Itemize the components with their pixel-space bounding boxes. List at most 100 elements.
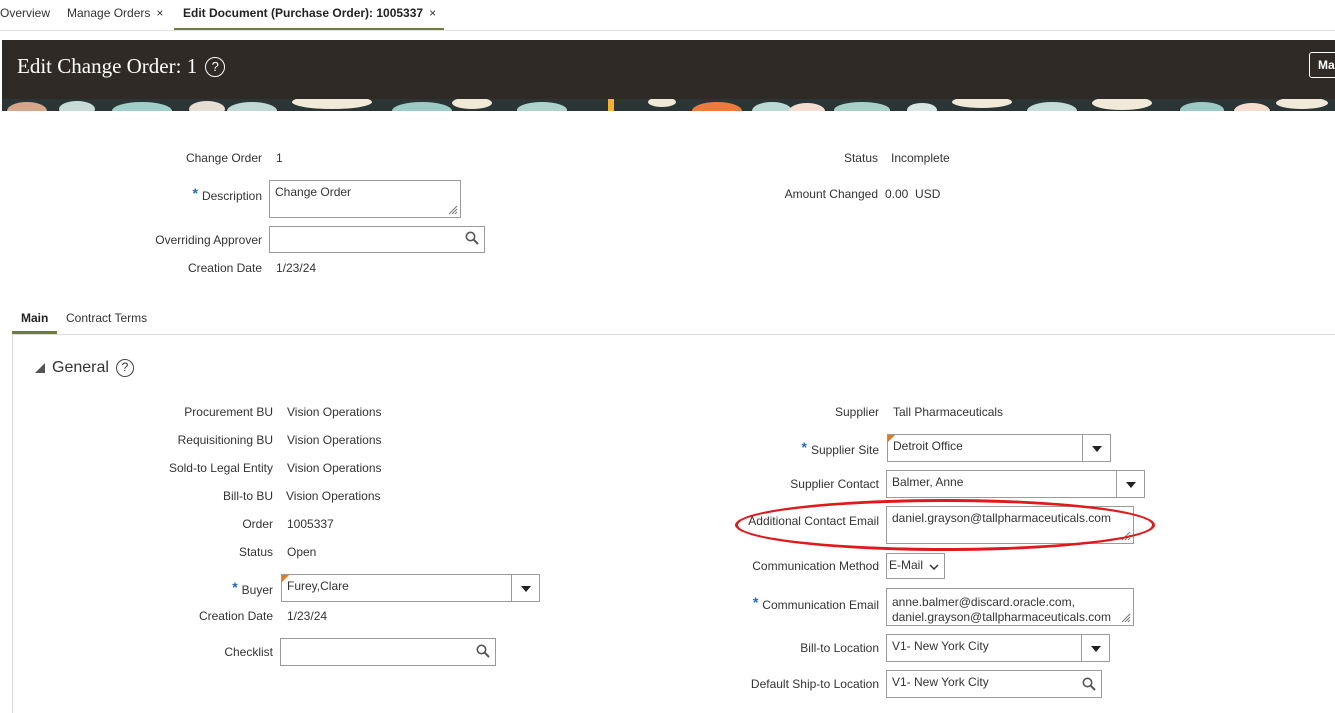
- communication-email-field[interactable]: anne.balmer@discard.oracle.com, daniel.g…: [886, 588, 1134, 626]
- communication-email-line-2: daniel.grayson@tallpharmaceuticals.com: [892, 610, 1111, 624]
- order-status-value: Open: [287, 545, 317, 559]
- bill-to-location-value: V1- New York City: [892, 639, 989, 653]
- description-field[interactable]: Change Order: [269, 180, 461, 218]
- chevron-down-icon: [1091, 646, 1101, 652]
- description-label: * Description: [192, 185, 262, 203]
- help-icon[interactable]: ?: [205, 57, 226, 77]
- required-indicator: *: [801, 439, 807, 455]
- buyer-select[interactable]: Furey,Clare: [281, 574, 540, 602]
- default-ship-to-location-value: V1- New York City: [892, 675, 989, 689]
- supplier-contact-label: Supplier Contact: [790, 477, 879, 491]
- page-title: Edit Change Order: 1?: [17, 54, 226, 79]
- change-order-label: Change Order: [185, 151, 262, 165]
- tab-manage-orders[interactable]: Manage Orders ×: [67, 6, 163, 20]
- help-icon[interactable]: ?: [116, 359, 134, 377]
- supplier-label: Supplier: [834, 405, 879, 419]
- bill-to-bu-value: Vision Operations: [286, 489, 381, 503]
- tab-edit-document-label: Edit Document (Purchase Order): 1005337: [183, 6, 424, 20]
- buyer-label: * Buyer: [232, 579, 273, 597]
- communication-method-label: Communication Method: [752, 559, 879, 573]
- bill-to-location-label: Bill-to Location: [800, 641, 879, 655]
- required-indicator: *: [192, 185, 198, 201]
- search-icon[interactable]: [464, 230, 480, 246]
- search-icon[interactable]: [475, 643, 491, 659]
- chevron-down-icon: [1126, 482, 1136, 488]
- requisitioning-bu-value: Vision Operations: [287, 433, 382, 447]
- resize-handle-icon[interactable]: [448, 205, 458, 215]
- supplier-site-dropdown-button[interactable]: [1082, 435, 1110, 461]
- tab-manage-orders-label: Manage Orders: [67, 6, 151, 20]
- supplier-site-label: * Supplier Site: [801, 439, 880, 457]
- additional-contact-email-field[interactable]: daniel.grayson@tallpharmaceuticals.com: [886, 506, 1134, 544]
- resize-handle-icon[interactable]: [1121, 613, 1131, 623]
- chevron-down-icon: [929, 564, 939, 571]
- overriding-approver-input[interactable]: [269, 226, 485, 253]
- communication-method-select[interactable]: E-Mail: [886, 553, 945, 579]
- decorative-banner: [2, 99, 1335, 111]
- supplier-contact-select[interactable]: Balmer, Anne: [886, 470, 1145, 498]
- checklist-input[interactable]: [280, 638, 496, 666]
- amount-changed-value: 0.00 USD: [885, 187, 940, 201]
- subtab-divider: [12, 334, 1335, 335]
- procurement-bu-value: Vision Operations: [287, 405, 382, 419]
- tab-main[interactable]: Main: [21, 311, 48, 325]
- field-changed-marker: [282, 575, 289, 582]
- default-ship-to-location-input[interactable]: V1- New York City: [886, 670, 1102, 698]
- amount-changed-number: 0.00: [885, 187, 909, 201]
- bill-to-bu-label: Bill-to BU: [222, 489, 273, 503]
- close-icon[interactable]: ×: [429, 6, 436, 20]
- additional-contact-email-value: daniel.grayson@tallpharmaceuticals.com: [892, 511, 1111, 525]
- bill-to-location-dropdown-button[interactable]: [1081, 635, 1109, 661]
- status-value: Incomplete: [891, 151, 950, 165]
- supplier-site-label-text: Supplier Site: [810, 443, 879, 457]
- supplier-contact-value: Balmer, Anne: [892, 475, 964, 489]
- order-value: 1005337: [287, 517, 334, 531]
- requisitioning-bu-label: Requisitioning BU: [177, 433, 273, 447]
- panel-border: [12, 335, 13, 713]
- supplier-contact-dropdown-button[interactable]: [1116, 471, 1144, 497]
- supplier-site-select[interactable]: Detroit Office: [887, 434, 1111, 462]
- chevron-down-icon: [521, 586, 531, 592]
- order-status-label: Status: [238, 545, 273, 559]
- tab-bar-divider: [0, 30, 1335, 31]
- collapse-triangle-icon[interactable]: [35, 363, 45, 373]
- description-value: Change Order: [275, 185, 352, 199]
- default-ship-to-location-label: Default Ship-to Location: [750, 677, 879, 691]
- creation-date-value: 1/23/24: [276, 261, 317, 275]
- manage-button[interactable]: Ma: [1309, 52, 1335, 78]
- bill-to-location-select[interactable]: V1- New York City: [886, 634, 1110, 662]
- tab-contract-terms[interactable]: Contract Terms: [66, 311, 147, 325]
- change-order-value: 1: [276, 151, 283, 165]
- sold-to-legal-entity-label: Sold-to Legal Entity: [168, 461, 273, 475]
- page-title-text: Edit Change Order: 1: [17, 54, 198, 78]
- search-icon[interactable]: [1081, 676, 1097, 692]
- procurement-bu-label: Procurement BU: [184, 405, 273, 419]
- banner-pattern-graphic: [2, 99, 1335, 111]
- communication-email-label: * Communication Email: [752, 594, 879, 612]
- general-creation-date-value: 1/23/24: [287, 609, 328, 623]
- communication-email-line-1: anne.balmer@discard.oracle.com,: [892, 595, 1075, 609]
- chevron-down-icon: [1092, 446, 1102, 452]
- tab-overview-label: Overview: [0, 6, 51, 20]
- checklist-label: Checklist: [224, 645, 273, 659]
- overriding-approver-label: Overriding Approver: [155, 233, 262, 247]
- section-title-general: General: [52, 359, 109, 376]
- tab-edit-document[interactable]: Edit Document (Purchase Order): 1005337 ×: [183, 6, 436, 20]
- resize-handle-icon[interactable]: [1121, 531, 1131, 541]
- buyer-label-text: Buyer: [241, 583, 273, 597]
- required-indicator: *: [752, 594, 759, 610]
- supplier-site-value: Detroit Office: [893, 439, 963, 453]
- buyer-value: Furey,Clare: [287, 579, 349, 593]
- description-label-text: Description: [201, 189, 262, 203]
- status-label: Status: [843, 151, 878, 165]
- communication-method-value: E-Mail: [889, 558, 924, 572]
- close-icon[interactable]: ×: [156, 6, 163, 20]
- sold-to-legal-entity-value: Vision Operations: [287, 461, 382, 475]
- field-changed-marker: [888, 435, 895, 442]
- order-label: Order: [242, 517, 273, 531]
- additional-contact-email-label: Additional Contact Email: [748, 514, 879, 528]
- general-creation-date-label: Creation Date: [198, 609, 273, 623]
- buyer-dropdown-button[interactable]: [511, 575, 539, 601]
- tab-overview[interactable]: Overview: [0, 6, 50, 20]
- creation-date-label: Creation Date: [187, 261, 262, 275]
